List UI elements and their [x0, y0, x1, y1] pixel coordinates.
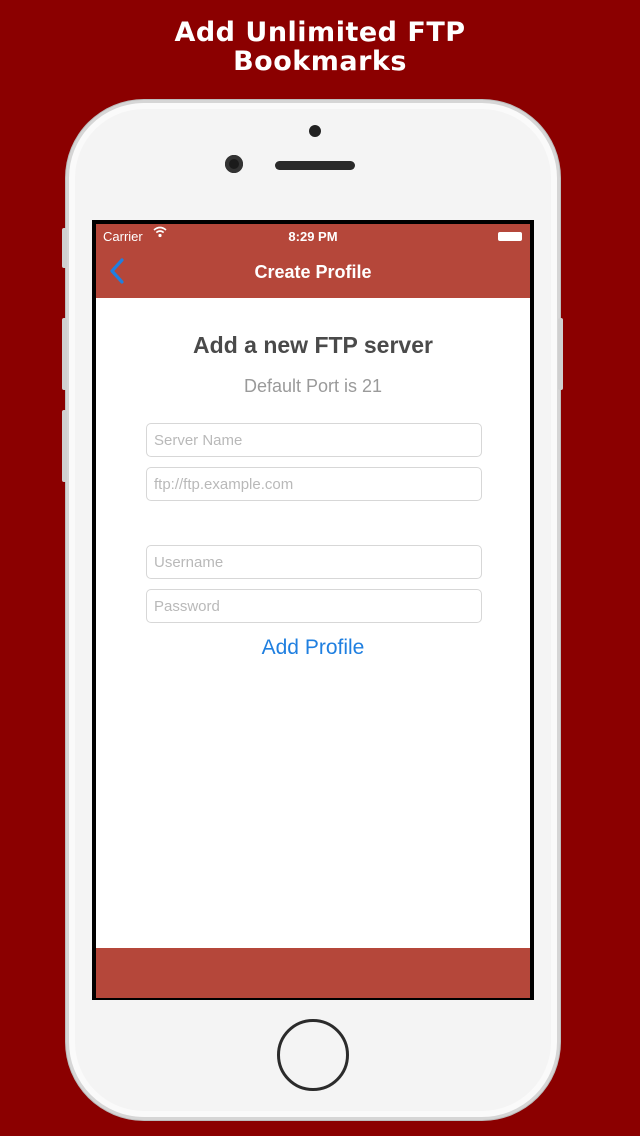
- proximity-sensor: [309, 125, 321, 137]
- page-title: Create Profile: [254, 262, 372, 282]
- form-subheading: Default Port is 21: [243, 376, 383, 396]
- promo-title-line-1: Add Unlimited FTP: [174, 17, 466, 48]
- phone-screen: Carrier 8:29 PM Create Profile Add a new…: [92, 220, 534, 1000]
- server-url-field[interactable]: [146, 467, 482, 501]
- promo-title: Add Unlimited FTP Bookmarks: [0, 18, 640, 76]
- navigation-bar: Carrier 8:29 PM Create Profile: [96, 224, 530, 298]
- server-name-field[interactable]: [146, 423, 482, 457]
- front-camera-icon: [225, 155, 243, 173]
- mute-switch: [62, 228, 67, 268]
- app-window: Carrier 8:29 PM Create Profile Add a new…: [96, 224, 530, 998]
- home-button[interactable]: [277, 1019, 349, 1091]
- earpiece-speaker: [275, 161, 355, 170]
- add-profile-button[interactable]: Add Profile: [96, 636, 530, 660]
- bottom-toolbar: [96, 948, 530, 998]
- volume-down-button: [62, 410, 67, 482]
- status-bar: Carrier 8:29 PM: [96, 224, 530, 248]
- form-heading: Add a new FTP server: [193, 332, 433, 358]
- password-field[interactable]: [146, 589, 482, 623]
- volume-up-button: [62, 318, 67, 390]
- battery-icon: [498, 232, 522, 241]
- power-button: [558, 318, 563, 390]
- promo-title-line-2: Bookmarks: [233, 46, 407, 77]
- status-time: 8:29 PM: [288, 229, 338, 244]
- username-field[interactable]: [146, 545, 482, 579]
